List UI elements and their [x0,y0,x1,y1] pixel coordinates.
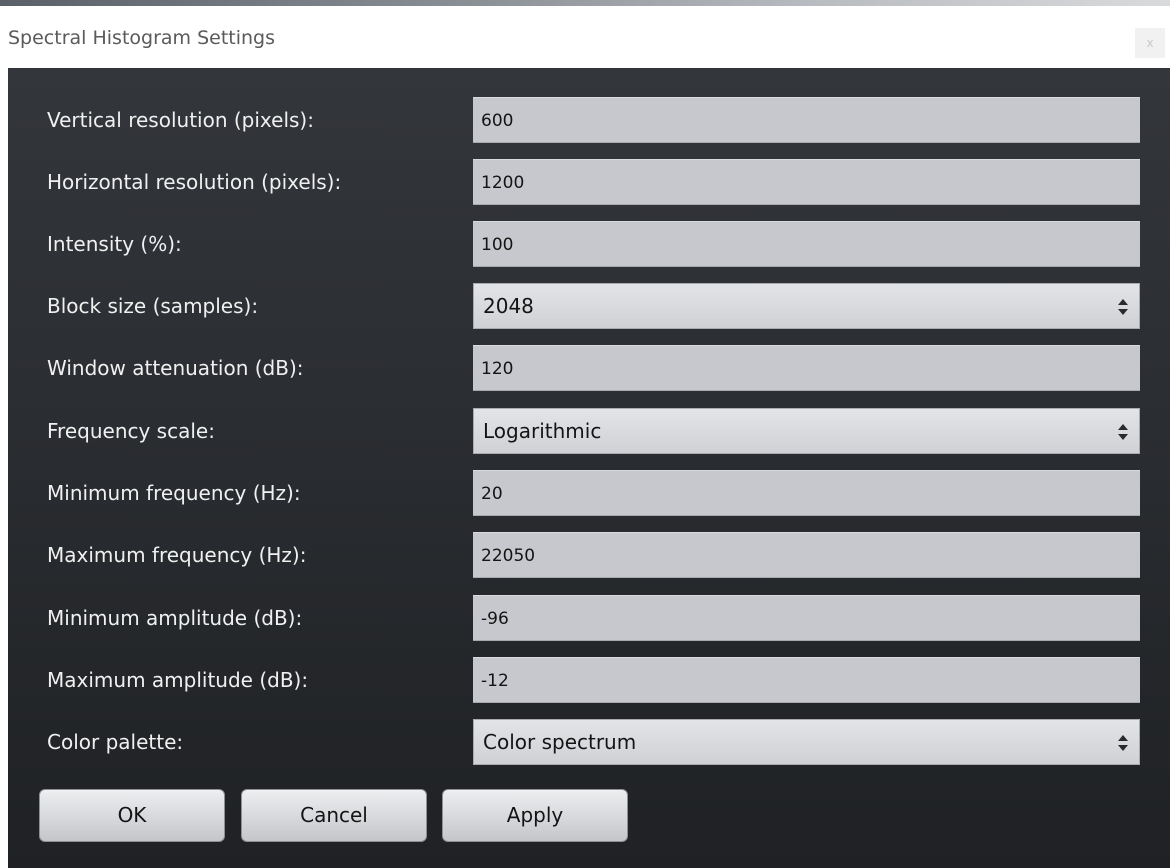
up-down-arrows-icon [1118,299,1128,315]
up-down-arrows-icon [1118,735,1128,751]
intensity-label: Intensity (%): [47,232,182,256]
setting-row-block-size: Block size (samples): 2048 [8,283,1170,329]
dialog-title: Spectral Histogram Settings [8,27,276,49]
setting-row-color-palette: Color palette: Color spectrum [8,719,1170,765]
apply-button[interactable]: Apply [442,789,628,842]
vertical-resolution-input[interactable]: 600 [473,97,1140,143]
minimum-frequency-label: Minimum frequency (Hz): [47,481,301,505]
horizontal-resolution-label: Horizontal resolution (pixels): [47,170,342,194]
frequency-scale-value: Logarithmic [483,419,602,443]
color-palette-label: Color palette: [47,730,184,754]
maximum-frequency-label: Maximum frequency (Hz): [47,543,307,567]
setting-row-horizontal-resolution: Horizontal resolution (pixels): 1200 [8,159,1170,205]
block-size-value: 2048 [483,294,534,318]
horizontal-resolution-input[interactable]: 1200 [473,159,1140,205]
block-size-label: Block size (samples): [47,294,259,318]
minimum-frequency-input[interactable]: 20 [473,470,1140,516]
close-icon[interactable]: x [1135,28,1165,58]
cancel-button[interactable]: Cancel [241,789,427,842]
title-bar[interactable]: Spectral Histogram Settings x [0,6,1170,68]
settings-panel: Vertical resolution (pixels): 600 Horizo… [8,68,1170,868]
maximum-amplitude-input[interactable]: -12 [473,657,1140,703]
setting-row-intensity: Intensity (%): 100 [8,221,1170,267]
setting-row-minimum-frequency: Minimum frequency (Hz): 20 [8,470,1170,516]
vertical-resolution-label: Vertical resolution (pixels): [47,108,314,132]
maximum-amplitude-label: Maximum amplitude (dB): [47,668,309,692]
setting-row-frequency-scale: Frequency scale: Logarithmic [8,408,1170,454]
window-attenuation-input[interactable]: 120 [473,345,1140,391]
intensity-input[interactable]: 100 [473,221,1140,267]
frequency-scale-label: Frequency scale: [47,419,215,443]
block-size-select[interactable]: 2048 [473,283,1140,329]
up-down-arrows-icon [1118,424,1128,440]
setting-row-vertical-resolution: Vertical resolution (pixels): 600 [8,97,1170,143]
setting-row-window-attenuation: Window attenuation (dB): 120 [8,345,1170,391]
setting-row-maximum-frequency: Maximum frequency (Hz): 22050 [8,532,1170,578]
maximum-frequency-input[interactable]: 22050 [473,532,1140,578]
color-palette-select[interactable]: Color spectrum [473,719,1140,765]
window-attenuation-label: Window attenuation (dB): [47,356,304,380]
minimum-amplitude-input[interactable]: -96 [473,595,1140,641]
frequency-scale-select[interactable]: Logarithmic [473,408,1140,454]
color-palette-value: Color spectrum [483,730,637,754]
setting-row-minimum-amplitude: Minimum amplitude (dB): -96 [8,595,1170,641]
ok-button[interactable]: OK [39,789,225,842]
setting-row-maximum-amplitude: Maximum amplitude (dB): -12 [8,657,1170,703]
minimum-amplitude-label: Minimum amplitude (dB): [47,606,303,630]
spectral-histogram-settings-dialog: Spectral Histogram Settings x Vertical r… [0,0,1170,868]
